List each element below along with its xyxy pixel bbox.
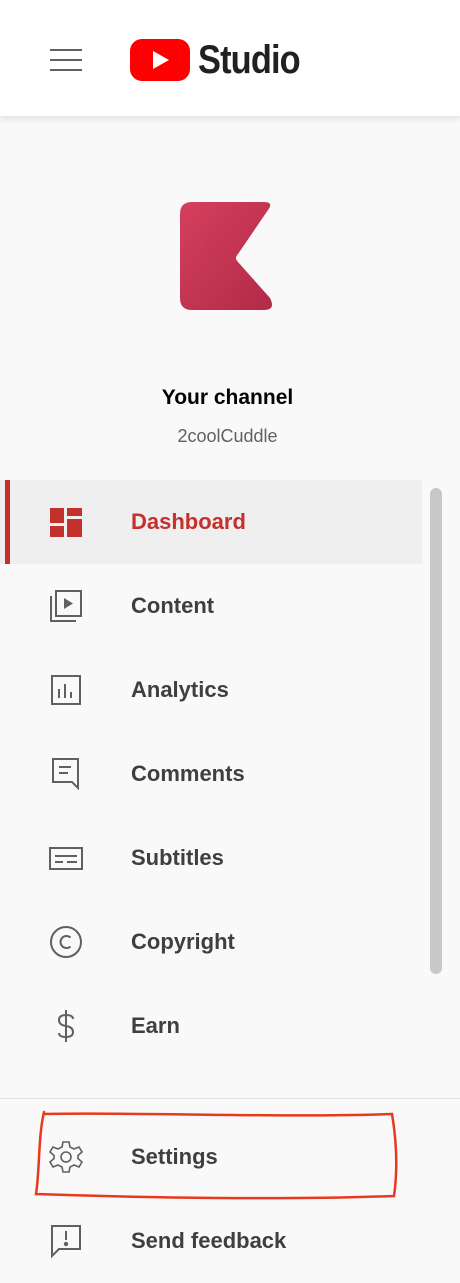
sidebar-item-label: Analytics (131, 677, 229, 702)
comments-icon (52, 758, 79, 791)
sidebar-item-dashboard[interactable]: Dashboard (0, 480, 422, 564)
sidebar-item-copyright[interactable]: Copyright (0, 900, 422, 984)
channel-title: Your channel (161, 386, 294, 409)
sidebar-item-subtitles[interactable]: Subtitles (0, 816, 422, 900)
sidebar-item-label: Copyright (131, 929, 235, 954)
sidebar-item-comments[interactable]: Comments (0, 732, 422, 816)
sidebar-item-label: Dashboard (131, 509, 246, 534)
sidebar-item-label: Content (131, 593, 215, 618)
scrollbar-thumb[interactable] (430, 488, 442, 974)
channel-info: Your channel 2coolCuddle (0, 116, 460, 466)
dollar-icon (57, 1010, 75, 1042)
logo-text: Studio (198, 37, 301, 82)
top-app-bar: Studio (0, 0, 460, 116)
feedback-icon (51, 1225, 81, 1259)
sidebar-item-content[interactable]: Content (0, 564, 422, 648)
dashboard-icon (50, 508, 82, 537)
sidebar-item-label: Earn (131, 1013, 180, 1038)
hamburger-menu-icon[interactable] (46, 44, 86, 76)
sidebar-nav: Dashboard Content Analytics Comments Sub… (0, 480, 422, 1068)
sidebar-item-earn[interactable]: Earn (0, 984, 422, 1068)
subtitles-icon (49, 847, 83, 870)
sidebar-item-label: Comments (131, 761, 245, 786)
sidebar-item-label: Subtitles (131, 845, 224, 870)
content-icon (50, 590, 82, 622)
annotation-highlight (34, 1110, 398, 1200)
studio-logo[interactable]: Studio (130, 36, 316, 84)
analytics-icon (51, 675, 81, 705)
sidebar-item-label: Send feedback (131, 1228, 287, 1253)
copyright-icon (50, 926, 82, 958)
sidebar-item-send-feedback[interactable]: Send feedback (0, 1199, 460, 1283)
sidebar-item-analytics[interactable]: Analytics (0, 648, 422, 732)
channel-name: 2coolCuddle (177, 426, 278, 446)
youtube-play-icon (130, 39, 190, 81)
sidebar-scrollbar[interactable] (422, 480, 452, 1080)
channel-avatar[interactable] (180, 202, 276, 310)
divider (0, 1098, 460, 1099)
